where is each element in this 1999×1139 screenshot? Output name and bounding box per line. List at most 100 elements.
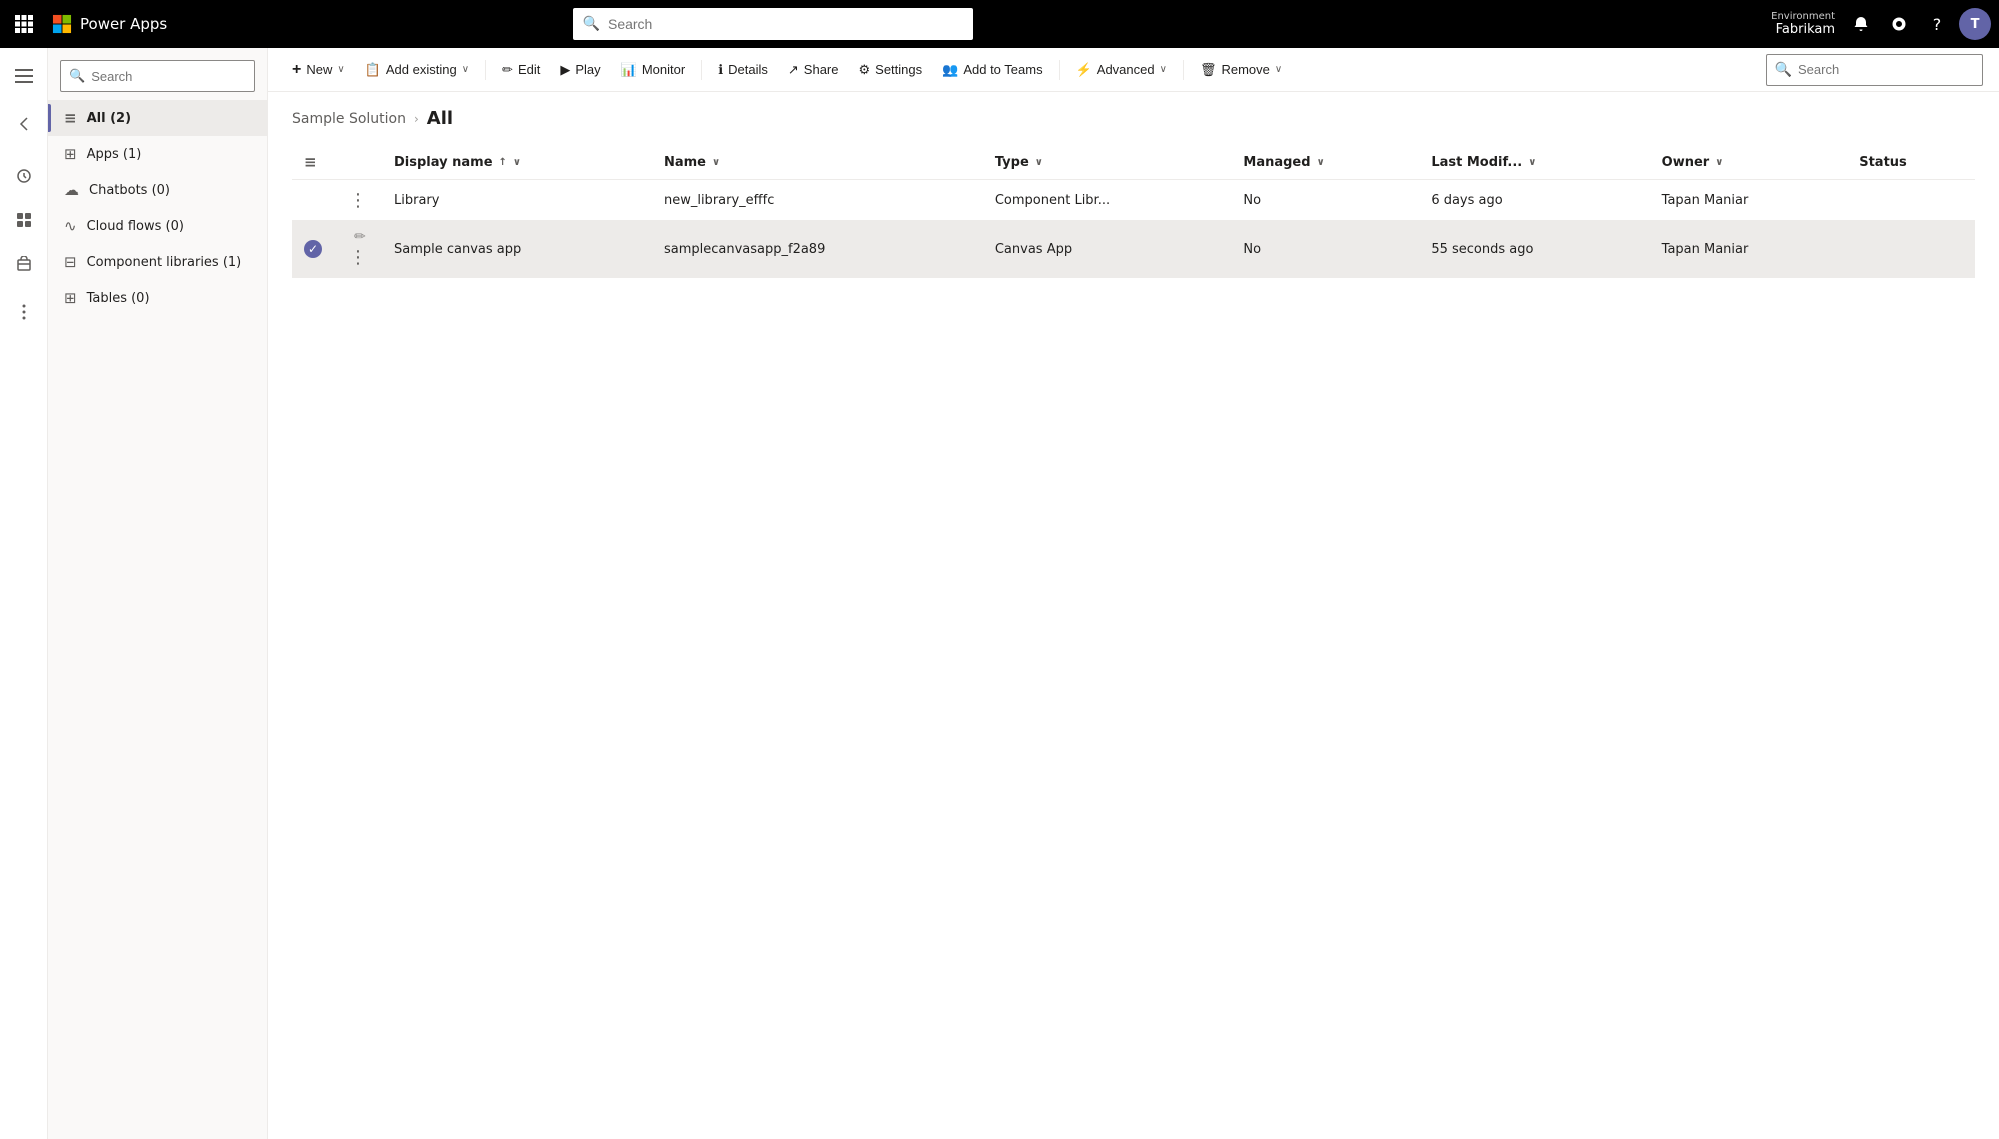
sidebar: 🔍 ≡All (2) ⊞ Apps (1) ☁Chatbots (0)∿Cloud f… (48, 48, 268, 1139)
command-search-input[interactable] (1798, 62, 1974, 77)
avatar[interactable]: T (1959, 8, 1991, 40)
new-icon: + (292, 61, 301, 79)
global-search-box[interactable]: 🔍 (573, 8, 973, 40)
sidebar-search-icon: 🔍 (69, 69, 85, 84)
cell-display_name: Library (382, 180, 652, 221)
cell-last_modified: 55 seconds ago (1419, 221, 1649, 278)
sidebar-label-apps: Apps (1) (87, 147, 142, 162)
select-all-header[interactable]: ≡ (292, 145, 334, 180)
sidebar-search-box[interactable]: 🔍 (60, 60, 255, 92)
environment-label: Environment (1771, 11, 1835, 22)
breadcrumb: Sample Solution › All (292, 108, 1975, 129)
add-existing-icon: 📋 (365, 62, 381, 78)
actions-header (334, 145, 382, 180)
sidebar-item-componentlibs[interactable]: ⊟Component libraries (1) (48, 244, 267, 280)
topbar-right: Environment Fabrikam ? T (1771, 8, 1991, 40)
monitor-button[interactable]: 📊 Monitor (613, 54, 694, 86)
data-table: ≡ Display name ↑ ∨ Name (292, 145, 1975, 278)
app-logo[interactable]: Power Apps (52, 14, 167, 34)
icon-rail (0, 48, 48, 1139)
share-button[interactable]: ↗ Share (780, 54, 847, 86)
row-edit-icon[interactable]: ✏ (354, 229, 366, 245)
settings-label: Settings (875, 62, 922, 77)
col-header-type[interactable]: Type ∨ (983, 145, 1232, 180)
add-to-teams-label: Add to Teams (963, 62, 1042, 77)
rail-back[interactable] (4, 104, 44, 144)
row-check-icon[interactable] (304, 191, 322, 209)
row-ellipsis-button[interactable]: ⋮ (346, 245, 370, 269)
add-existing-button[interactable]: 📋 Add existing ∨ (357, 54, 477, 86)
rail-apps[interactable] (4, 200, 44, 240)
cmd-divider-1 (485, 60, 486, 80)
settings-button[interactable]: ⚙ Settings (851, 54, 931, 86)
settings-button[interactable] (1883, 8, 1915, 40)
add-to-teams-button[interactable]: 👥 Add to Teams (934, 54, 1050, 86)
sidebar-item-apps[interactable]: ⊞ Apps (1) (48, 136, 267, 172)
row-ellipsis-button[interactable]: ⋮ (346, 188, 370, 212)
sidebar-item-cloudflows[interactable]: ∿Cloud flows (0) (48, 208, 267, 244)
rail-menu[interactable] (4, 56, 44, 96)
monitor-icon: 📊 (621, 62, 637, 78)
monitor-label: Monitor (642, 62, 685, 77)
share-icon: ↗ (788, 62, 799, 78)
col-header-status[interactable]: Status (1847, 145, 1975, 180)
cell-type: Canvas App (983, 221, 1232, 278)
col-header-display-name[interactable]: Display name ↑ ∨ (382, 145, 652, 180)
table-row[interactable]: ✓✏⋮Sample canvas appsamplecanvasapp_f2a8… (292, 221, 1975, 278)
cell-managed: No (1231, 180, 1419, 221)
main-layout: 🔍 ≡All (2) ⊞ Apps (1) ☁Chatbots (0)∿Cloud f… (0, 48, 1999, 1139)
rail-recent[interactable] (4, 156, 44, 196)
cell-managed: No (1231, 221, 1419, 278)
rail-solutions[interactable] (4, 244, 44, 284)
remove-chevron: ∨ (1275, 64, 1282, 75)
help-button[interactable]: ? (1921, 8, 1953, 40)
sidebar-item-chatbots[interactable]: ☁Chatbots (0) (48, 172, 267, 208)
new-button[interactable]: + New ∨ (284, 54, 353, 86)
notifications-button[interactable] (1845, 8, 1877, 40)
teams-icon: 👥 (942, 62, 958, 78)
col-header-name[interactable]: Name ∨ (652, 145, 983, 180)
sidebar-item-all[interactable]: ≡All (2) (48, 100, 267, 136)
content-area: + New ∨ 📋 Add existing ∨ ✏ Edit ▶ Play 📊… (268, 48, 1999, 1139)
cmd-search-icon: 🔍 (1775, 62, 1792, 78)
row-actions-cell: ✏⋮ (334, 221, 382, 278)
cell-last_modified: 6 days ago (1419, 180, 1649, 221)
app-name: Power Apps (80, 15, 167, 33)
share-label: Share (804, 62, 839, 77)
row-check-icon[interactable]: ✓ (304, 240, 322, 258)
select-all-icon: ≡ (304, 153, 317, 171)
advanced-label: Advanced (1097, 62, 1155, 77)
waffle-button[interactable] (8, 8, 40, 40)
sidebar-icon-apps: ⊞ (64, 145, 77, 163)
cell-owner: Tapan Maniar (1650, 221, 1848, 278)
cell-type: Component Libr... (983, 180, 1232, 221)
sidebar-label-tables: Tables (0) (87, 291, 150, 306)
row-checkbox[interactable]: ✓ (292, 221, 334, 278)
remove-button[interactable]: 🗑 Remove ∨ (1192, 54, 1290, 86)
table-row[interactable]: ⋮Librarynew_library_efffcComponent Libr.… (292, 180, 1975, 221)
row-checkbox[interactable] (292, 180, 334, 221)
sidebar-item-tables[interactable]: ⊞ Tables (0) (48, 280, 267, 316)
sidebar-search-input[interactable] (91, 69, 267, 84)
advanced-button[interactable]: ⚡ Advanced ∨ (1068, 54, 1175, 86)
advanced-chevron: ∨ (1160, 64, 1167, 75)
details-button[interactable]: ℹ Details (710, 54, 776, 86)
row-actions-cell: ⋮ (334, 180, 382, 221)
edit-label: Edit (518, 62, 540, 77)
col-header-last-modified[interactable]: Last Modif... ∨ (1419, 145, 1649, 180)
command-search-box[interactable]: 🔍 (1766, 54, 1983, 86)
global-search-input[interactable] (608, 16, 963, 32)
sidebar-icon-tables: ⊞ (64, 289, 77, 307)
search-icon: 🔍 (583, 16, 600, 32)
edit-button[interactable]: ✏ Edit (494, 54, 548, 86)
new-chevron: ∨ (337, 64, 344, 75)
play-button[interactable]: ▶ Play (552, 54, 608, 86)
managed-sort-icon: ∨ (1317, 157, 1325, 168)
sidebar-label-cloudflows: Cloud flows (0) (87, 219, 184, 234)
breadcrumb-parent[interactable]: Sample Solution (292, 111, 406, 127)
col-header-owner[interactable]: Owner ∨ (1650, 145, 1848, 180)
col-header-managed[interactable]: Managed ∨ (1231, 145, 1419, 180)
content-inner: Sample Solution › All ≡ Display name (268, 92, 1999, 1139)
lastmod-sort-icon: ∨ (1528, 157, 1536, 168)
rail-more[interactable] (4, 292, 44, 332)
